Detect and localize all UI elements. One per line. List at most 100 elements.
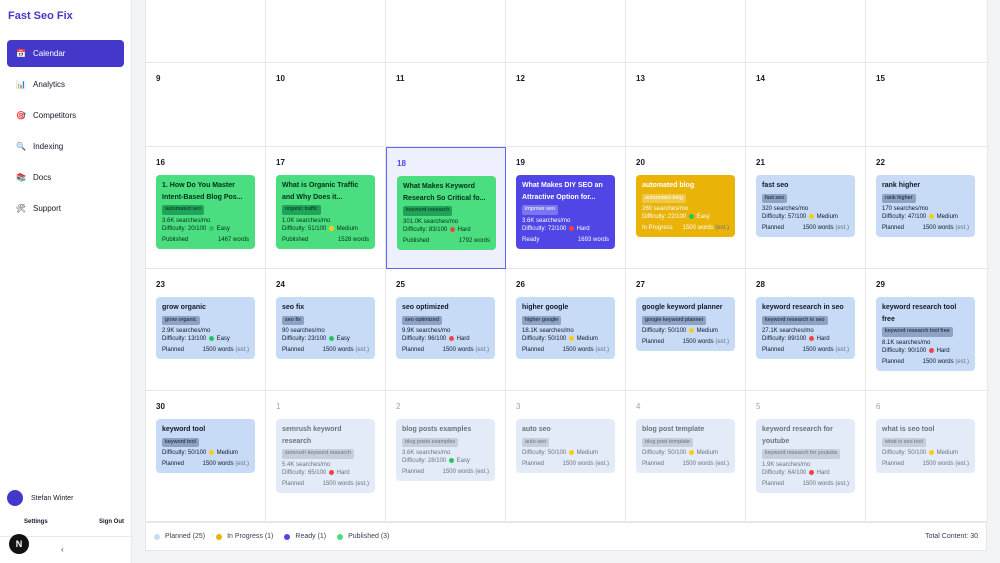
calendar-day[interactable]: 16 1. How Do You Master Intent-Based Blog… — [146, 147, 266, 269]
calendar-day[interactable]: 28 keyword research in seo keyword researc… — [746, 269, 866, 391]
content-card[interactable]: google keyword planner google keyword pla… — [636, 297, 735, 352]
difficulty: Difficulty: 22/100 Easy — [642, 213, 729, 221]
sidebar-item-competitors[interactable]: 🎯 Competitors — [7, 102, 124, 129]
user-name: Stefan Winter — [31, 494, 74, 502]
content-card[interactable]: 1. How Do You Master Intent-Based Blog P… — [156, 175, 255, 249]
difficulty: Difficulty: 57/100 Medium — [762, 213, 849, 221]
content-card[interactable]: higher google higher google 18.1K searches… — [516, 297, 615, 360]
content-card[interactable]: keyword research tool free keyword resear… — [876, 297, 975, 371]
calendar-day[interactable] — [746, 0, 866, 63]
sidebar-nav: 📅 Calendar 📊 Analytics 🎯 Competitors 🔍 Indexing… — [7, 40, 124, 226]
content-card[interactable]: grow organic grow organic 2.9K searches/mo… — [156, 297, 255, 360]
content-card[interactable]: seo fix seo fix 90 searches/mo Difficulty: … — [276, 297, 375, 360]
calendar-day[interactable]: 12 — [506, 63, 626, 147]
card-footer: Planned 1500 words (est.) — [162, 460, 249, 468]
settings-link[interactable]: Settings — [24, 519, 48, 525]
calendar-day[interactable]: 4 blog post template blog post template Dif… — [626, 391, 746, 522]
status-label: Planned — [762, 225, 785, 232]
calendar-day[interactable]: 30 keyword tool keyword tool Difficulty: 50… — [146, 391, 266, 522]
calendar-day[interactable]: 27 google keyword planner google keyword p… — [626, 269, 746, 391]
dev-tools-badge[interactable]: N — [9, 534, 29, 554]
calendar-day[interactable]: 25 seo optimized seo optimized 9.9K searche… — [386, 269, 506, 391]
sidebar-item-analytics[interactable]: 📊 Analytics — [7, 71, 124, 98]
content-card[interactable]: keyword tool keyword tool Difficulty: 50/1… — [156, 419, 255, 474]
card-title: 1. How Do You Master Intent-Based Blog P… — [162, 182, 243, 201]
difficulty-score: Difficulty: 50/100 — [642, 327, 687, 334]
difficulty-dot-icon — [568, 335, 574, 341]
sign-out-link[interactable]: Sign Out — [99, 519, 124, 525]
calendar-day[interactable]: 11 — [386, 63, 506, 147]
sidebar-item-support[interactable]: 🛠 Support — [7, 195, 124, 222]
calendar-day[interactable] — [386, 0, 506, 63]
calendar-day[interactable]: 10 — [266, 63, 386, 147]
content-card[interactable]: semrush keyword research semrush keyword … — [276, 419, 375, 493]
content-card[interactable]: fast seo fast seo 320 searches/mo Difficult… — [756, 175, 855, 238]
calendar-day[interactable]: 15 — [866, 63, 988, 147]
calendar-day[interactable]: 9 — [146, 63, 266, 147]
card-footer: Planned 1500 words (est.) — [282, 346, 369, 354]
sidebar-item-calendar[interactable]: 📅 Calendar — [7, 40, 124, 67]
calendar-day[interactable]: 5 keyword research for youtube keyword res… — [746, 391, 866, 522]
legend-item: Ready (1) — [284, 533, 326, 540]
user-profile[interactable]: Stefan Winter — [7, 490, 73, 506]
difficulty: Difficulty: 47/100 Medium — [882, 213, 969, 221]
day-number: 23 — [156, 280, 165, 289]
word-count: 1792 words — [458, 237, 490, 244]
calendar-day[interactable]: 1 semrush keyword research semrush keyword… — [266, 391, 386, 522]
status-label: Published — [162, 236, 189, 243]
difficulty-dot-icon — [328, 225, 334, 231]
content-card[interactable]: seo optimized seo optimized 9.9K searches/… — [396, 297, 495, 360]
content-card[interactable]: keyword research in seo keyword research … — [756, 297, 855, 360]
calendar-day[interactable]: 23 grow organic grow organic 2.9K searches/… — [146, 269, 266, 391]
content-card[interactable]: What Makes DIY SEO an Attractive Option … — [516, 175, 615, 249]
calendar-day[interactable]: 22 rank higher rank higher 170 searches/mo D… — [866, 147, 988, 269]
calendar-day[interactable]: 21 fast seo fast seo 320 searches/mo Difficu… — [746, 147, 866, 269]
calendar-day[interactable] — [866, 0, 988, 63]
card-title: blog posts examples — [402, 426, 472, 433]
day-number: 5 — [756, 402, 761, 411]
brand-logo[interactable]: Fast Seo Fix — [8, 10, 73, 22]
calendar-day[interactable]: 24 seo fix seo fix 90 searches/mo Difficulty… — [266, 269, 386, 391]
content-card[interactable]: what is seo tool what is seo tool Difficul… — [876, 419, 975, 474]
calendar-day[interactable]: 13 — [626, 63, 746, 147]
keyword-tag: keyword research for youtube — [762, 449, 841, 459]
content-card[interactable]: blog post template blog post template Diff… — [636, 419, 735, 474]
content-card[interactable]: auto seo auto seo Difficulty: 50/100 Mediu… — [516, 419, 615, 474]
calendar-day[interactable] — [506, 0, 626, 63]
calendar-day[interactable]: 29 keyword research tool free keyword rese… — [866, 269, 988, 391]
calendar-day[interactable] — [146, 0, 266, 63]
day-number: 26 — [516, 280, 525, 289]
total-content: Total Content: 30 — [925, 533, 978, 540]
card-footer: Planned 1500 words (est.) — [642, 338, 729, 346]
card-title: What is Organic Traffic and Why Does it.… — [282, 182, 359, 201]
collapse-sidebar-button[interactable]: ‹ — [61, 545, 64, 554]
calendar-day[interactable] — [626, 0, 746, 63]
books-icon: 📚 — [16, 173, 26, 182]
content-card[interactable]: automated blog automated blog 260 searches… — [636, 175, 735, 238]
legend-label: Planned (25) — [165, 533, 206, 540]
content-card[interactable]: blog posts examples blog posts examples 3.… — [396, 419, 495, 482]
calendar-day[interactable] — [266, 0, 386, 63]
calendar-day[interactable]: 20 automated blog automated blog 260 search… — [626, 147, 746, 269]
calendar-day[interactable]: 17 What is Organic Traffic and Why Does i… — [266, 147, 386, 269]
legend-dot-icon — [216, 533, 223, 540]
calendar-day[interactable]: 2 blog posts examples blog posts examples 3… — [386, 391, 506, 522]
difficulty-score: Difficulty: 47/100 — [882, 214, 927, 221]
calendar-day[interactable]: 14 — [746, 63, 866, 147]
day-number: 18 — [397, 159, 406, 168]
calendar-day[interactable]: 6 what is seo tool what is seo tool Difficu… — [866, 391, 988, 522]
sidebar-item-docs[interactable]: 📚 Docs — [7, 164, 124, 191]
content-card[interactable]: rank higher rank higher 170 searches/mo Dif… — [876, 175, 975, 238]
word-count-wrap: 1500 words (est.) — [923, 460, 969, 468]
status-label: Ready — [522, 236, 540, 243]
calendar-day[interactable]: 3 auto seo auto seo Difficulty: 50/100 Medi… — [506, 391, 626, 522]
calendar-day[interactable]: 19 What Makes DIY SEO an Attractive Optio… — [506, 147, 626, 269]
sidebar-item-indexing[interactable]: 🔍 Indexing — [7, 133, 124, 160]
calendar-day[interactable]: 26 higher google higher google 18.1K search… — [506, 269, 626, 391]
sidebar-item-label: Indexing — [33, 142, 64, 151]
content-card[interactable]: What Makes Keyword Research So Critical … — [397, 176, 496, 250]
card-footer: Planned 1500 words (est.) — [402, 468, 489, 476]
content-card[interactable]: What is Organic Traffic and Why Does it.… — [276, 175, 375, 249]
calendar-day[interactable]: 18 What Makes Keyword Research So Critica… — [386, 147, 506, 269]
content-card[interactable]: keyword research for youtube keyword rese… — [756, 419, 855, 493]
